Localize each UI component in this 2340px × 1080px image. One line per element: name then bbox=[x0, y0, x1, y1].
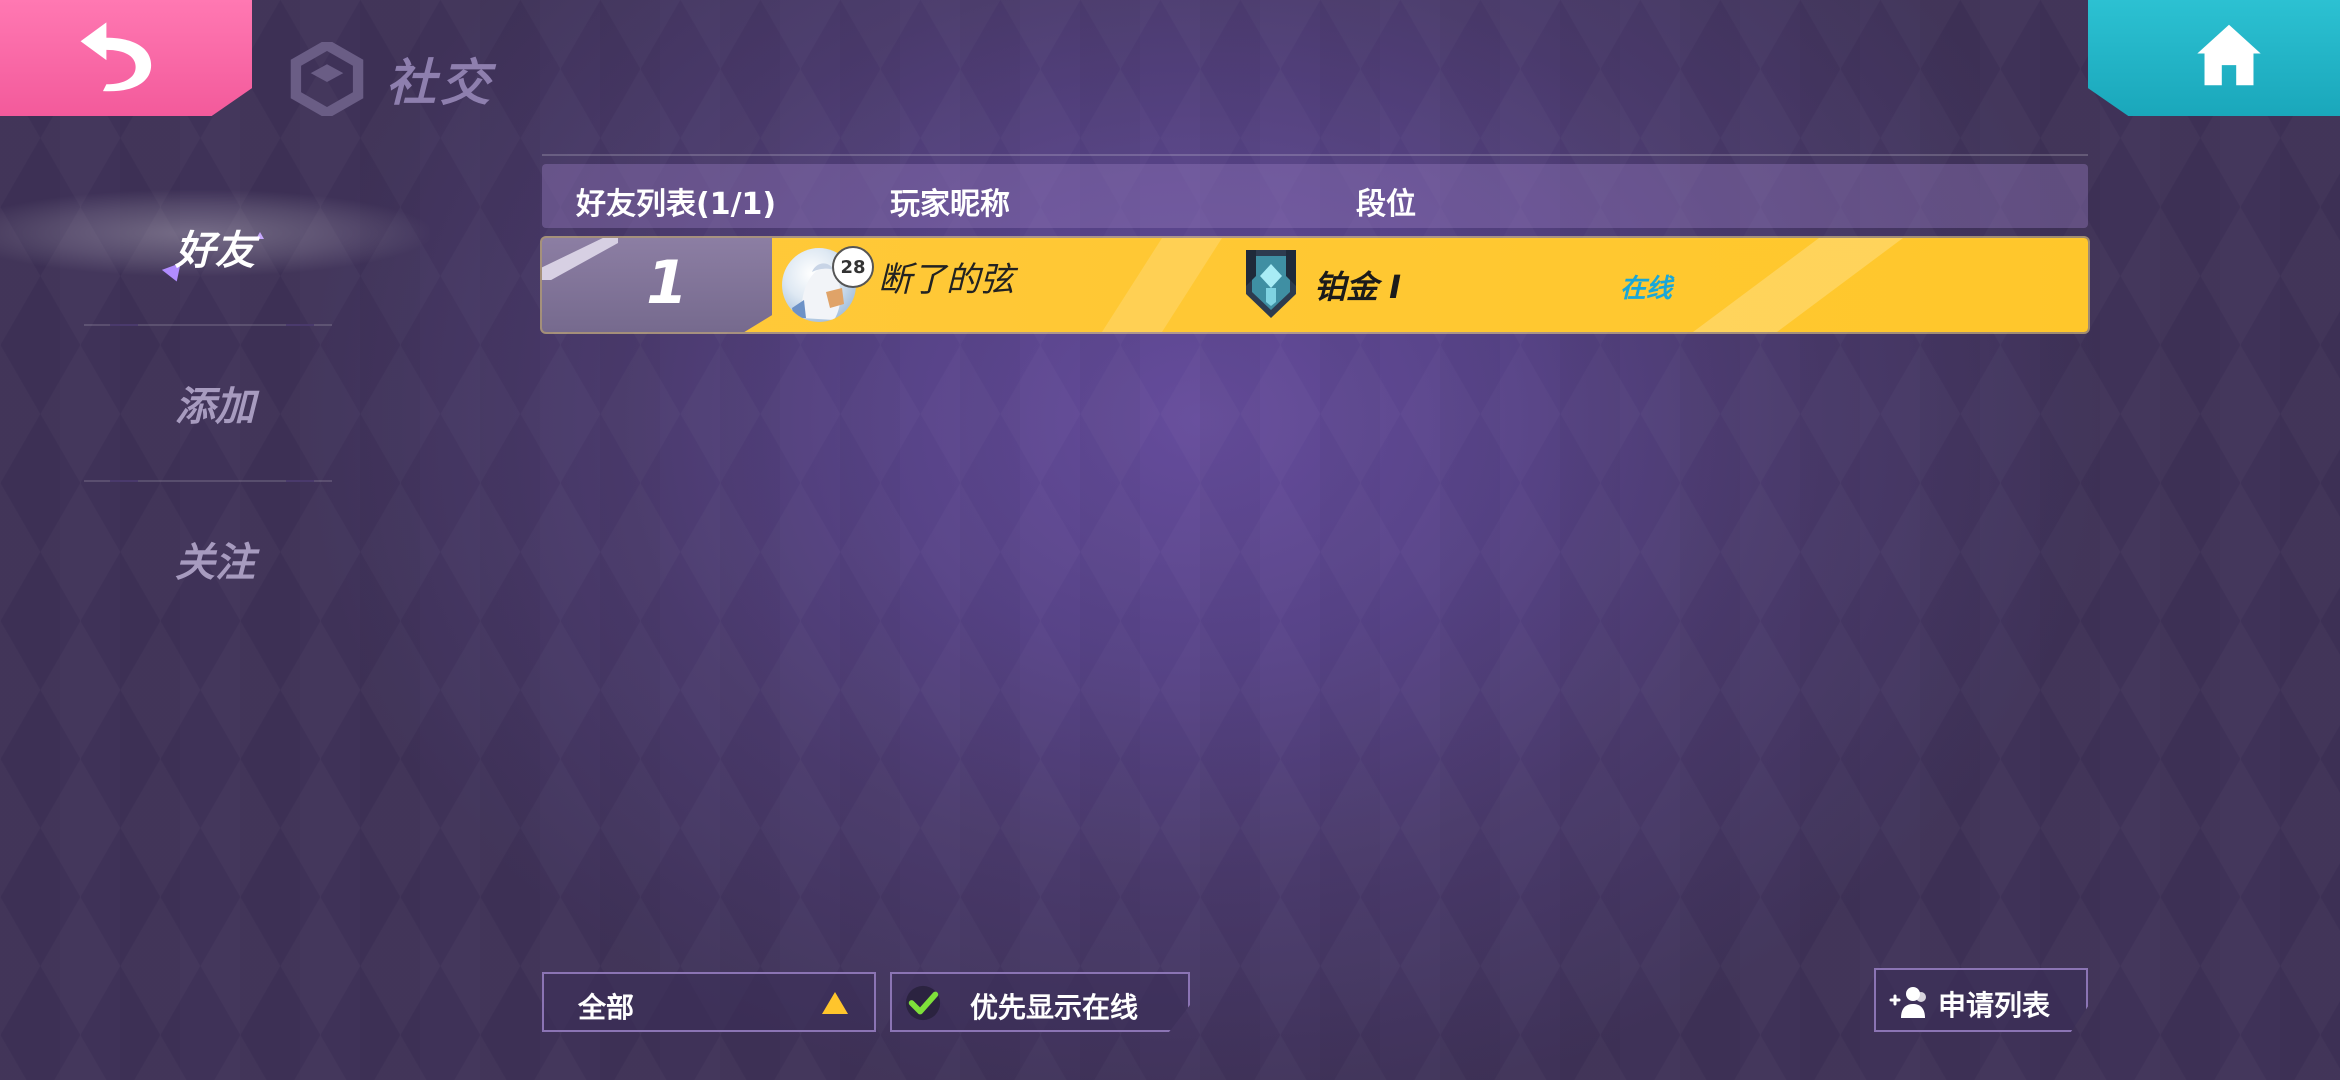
row-decoration bbox=[1693, 238, 1903, 332]
social-logo-icon bbox=[290, 42, 364, 116]
back-button[interactable] bbox=[0, 0, 252, 116]
table-top-divider bbox=[542, 154, 2088, 156]
home-button[interactable] bbox=[2088, 0, 2340, 116]
sidebar-item-label: 关注 bbox=[175, 540, 255, 586]
tier-text: 铂金 I bbox=[1314, 268, 1402, 306]
online-first-label: 优先显示在线 bbox=[970, 991, 1139, 1024]
sidebar-item-add[interactable]: 添加 bbox=[0, 326, 420, 480]
sidebar: 好友 添加 关注 bbox=[0, 170, 430, 636]
online-first-toggle[interactable]: 优先显示在线 bbox=[890, 972, 1190, 1032]
filter-value: 全部 bbox=[578, 991, 635, 1024]
rank-number: 1 bbox=[646, 248, 688, 318]
status-badge: 在线 bbox=[1620, 274, 1673, 304]
add-user-icon bbox=[1889, 987, 1926, 1018]
filter-dropdown[interactable]: 全部 bbox=[542, 972, 876, 1032]
triangle-up-icon bbox=[822, 992, 848, 1014]
level-badge: 28 bbox=[832, 246, 874, 288]
platinum-shield-icon bbox=[1246, 250, 1296, 318]
sparkle-dot-icon bbox=[256, 232, 264, 239]
column-header-friend-list: 好友列表(1/1) bbox=[576, 187, 777, 222]
house-icon bbox=[2197, 24, 2261, 86]
title-text: 社交 bbox=[386, 54, 494, 112]
sidebar-item-label: 添加 bbox=[175, 384, 255, 430]
checkmark-icon bbox=[905, 985, 941, 1021]
table-row[interactable]: 1 28 断了的弦 铂金 I 在线 bbox=[542, 238, 2088, 332]
player-name: 断了的弦 bbox=[878, 260, 1014, 300]
table-header: 好友列表(1/1) 玩家昵称 段位 bbox=[542, 164, 2088, 228]
undo-arrow-icon bbox=[80, 22, 152, 92]
apply-list-label: 申请列表 bbox=[1938, 989, 2051, 1022]
page-title: 社交 bbox=[290, 42, 494, 116]
sidebar-item-follow[interactable]: 关注 bbox=[0, 482, 420, 636]
sidebar-item-friends[interactable]: 好友 bbox=[0, 170, 430, 324]
column-header-nickname: 玩家昵称 bbox=[890, 187, 1010, 222]
sidebar-item-label: 好友 bbox=[175, 228, 255, 274]
apply-list-button[interactable]: 申请列表 bbox=[1874, 968, 2088, 1032]
column-header-tier: 段位 bbox=[1356, 187, 1416, 222]
